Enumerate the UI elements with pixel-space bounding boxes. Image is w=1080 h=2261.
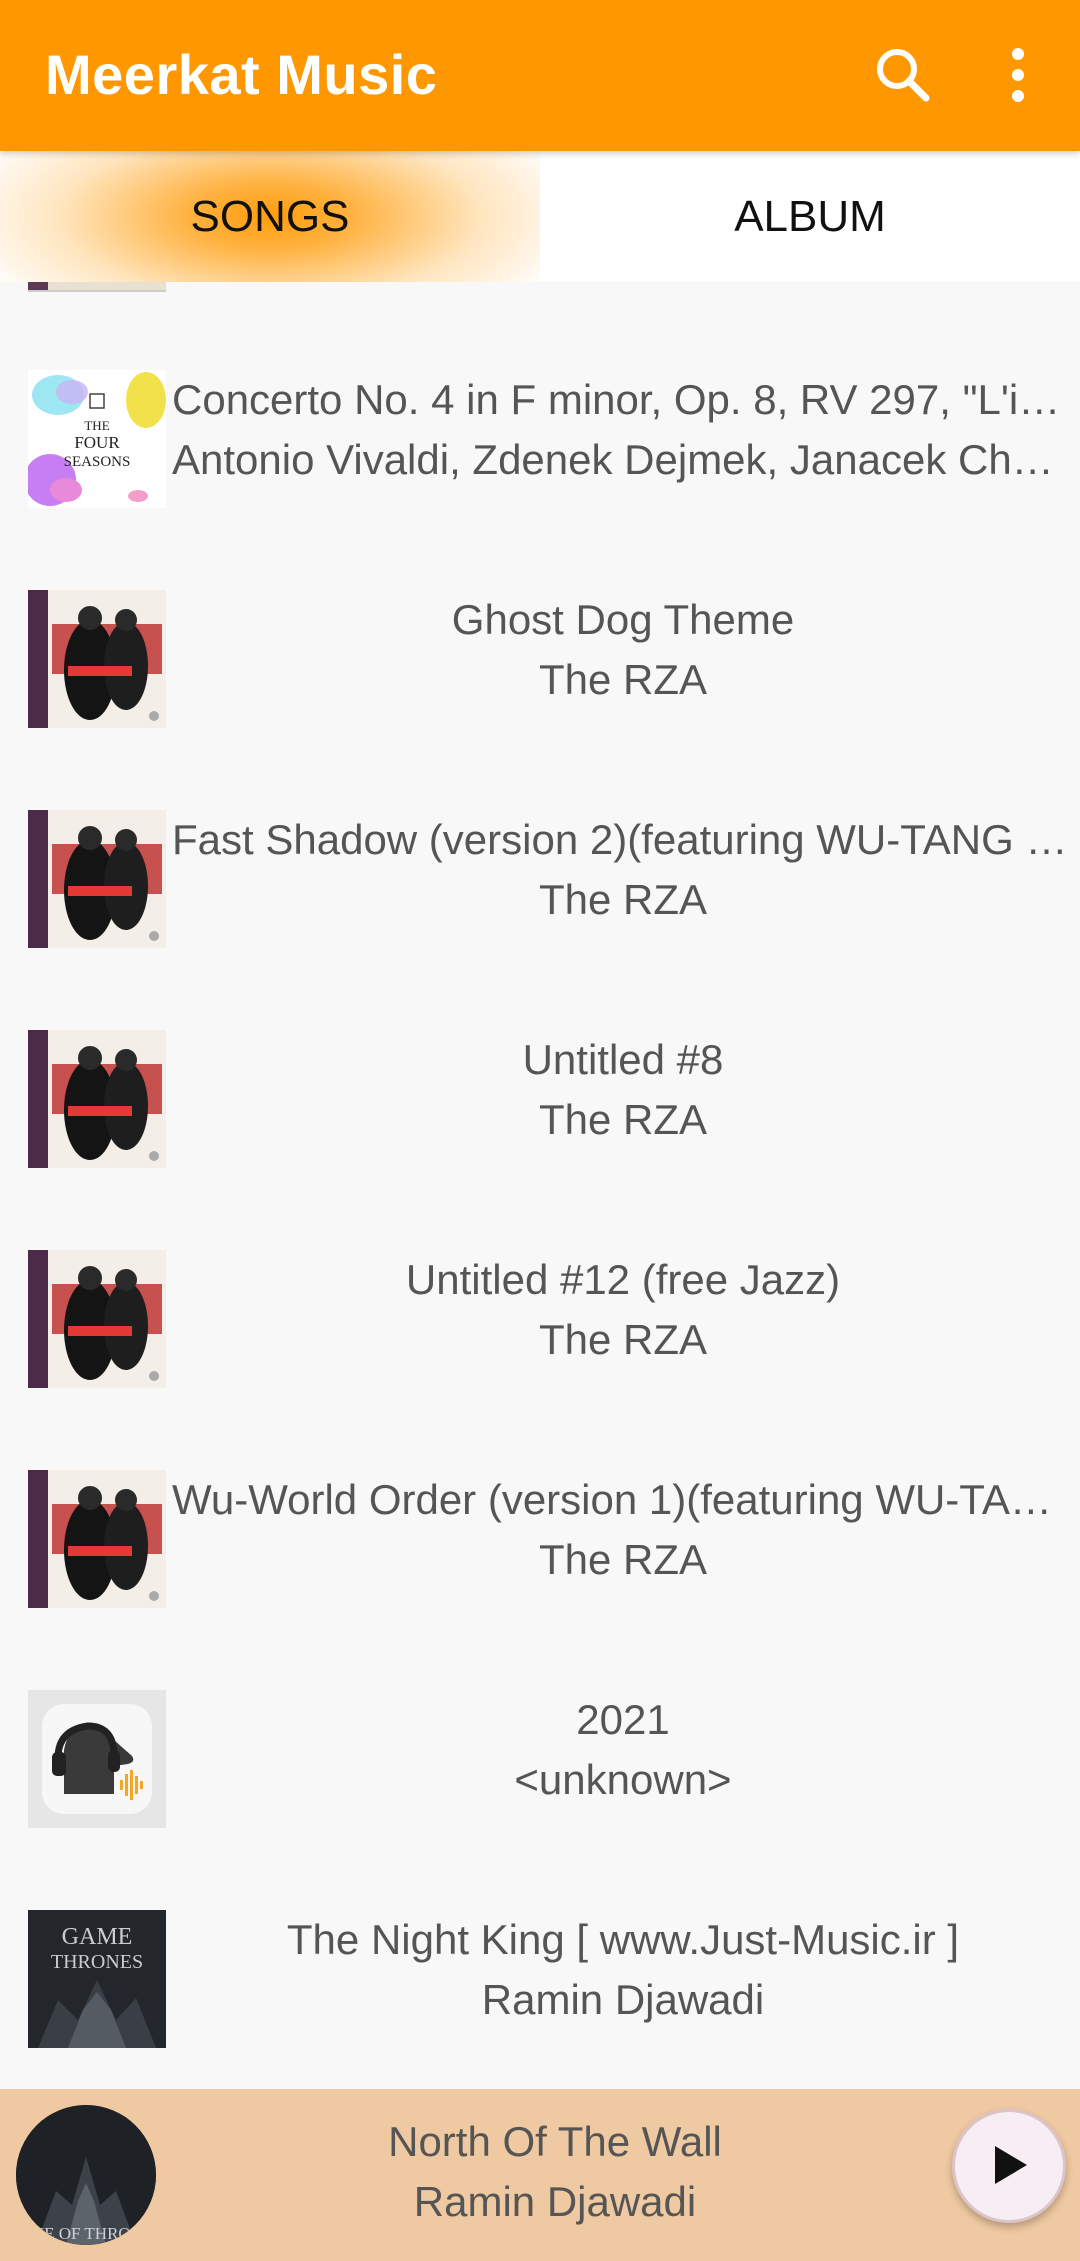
art-label: THRONES — [51, 1951, 143, 1973]
song-row[interactable]: Untitled #8 The RZA — [0, 1030, 1080, 1250]
song-title: Ghost Dog Theme — [451, 596, 795, 643]
song-texts: Untitled #8 The RZA — [166, 1030, 1080, 1150]
art-label: ME OF THRON — [29, 2224, 143, 2243]
art-label: GAME — [62, 1924, 133, 1950]
song-texts: Ghost Dog Theme The RZA — [166, 590, 1080, 710]
song-row[interactable]: Untitled #12 (free Jazz) The RZA — [0, 1250, 1080, 1470]
song-texts: The Night King [ www.Just-Music.ir ] Ram… — [166, 1910, 1080, 2030]
album-art: GAME THRONES — [28, 1910, 166, 2048]
now-playing-art: ME OF THRON — [16, 2105, 156, 2245]
song-title: Fast Shadow (version 2)(featuring WU-TAN… — [172, 816, 1080, 863]
song-title: Wu-World Order (version 1)(featuring WU-… — [172, 1476, 1080, 1523]
app-title: Meerkat Music — [45, 43, 438, 106]
album-art — [28, 282, 166, 292]
now-playing-title: North Of The Wall — [388, 2118, 722, 2165]
song-artist: Antonio Vivaldi, Zdenek Dejmek, Janacek … — [172, 436, 1080, 483]
album-art: THE FOUR SEASONS — [28, 370, 166, 508]
now-playing-bar[interactable]: ME OF THRON North Of The Wall Ramin Djaw… — [0, 2089, 1080, 2261]
song-texts: Untitled #12 (free Jazz) The RZA — [166, 1250, 1080, 1370]
song-title: The Night King [ www.Just-Music.ir ] — [286, 1916, 960, 1963]
play-button[interactable] — [952, 2109, 1066, 2223]
tab-bar: SONGS ALBUM — [0, 151, 1080, 282]
tab-album[interactable]: ALBUM — [540, 151, 1080, 282]
song-artist: The RZA — [538, 876, 708, 923]
song-list[interactable]: THE FOUR SEASONS Concerto No. 4 in F min… — [0, 282, 1080, 2089]
song-artist: The RZA — [538, 656, 708, 703]
play-icon — [995, 2146, 1027, 2184]
song-texts: 2021 <unknown> — [166, 1690, 1080, 1810]
album-art — [28, 1690, 166, 1828]
song-artist: The RZA — [538, 1316, 708, 1363]
song-row[interactable]: Ghost Dog Theme The RZA — [0, 590, 1080, 810]
album-art — [28, 1030, 166, 1168]
song-artist: The RZA — [538, 1536, 708, 1583]
search-icon[interactable] — [868, 40, 938, 110]
more-vert-icon[interactable] — [983, 40, 1053, 110]
song-row[interactable]: 2021 <unknown> — [0, 1690, 1080, 1910]
song-row[interactable]: GAME THRONES The Night King [ www.Just-M… — [0, 1910, 1080, 2089]
album-art — [28, 810, 166, 948]
song-title: 2021 — [576, 1696, 670, 1743]
now-playing-texts: North Of The Wall Ramin Djawadi — [160, 2112, 950, 2232]
art-label: FOUR — [74, 433, 120, 452]
song-texts: Concerto No. 4 in F minor, Op. 8, RV 297… — [166, 370, 1080, 490]
art-label: THE — [84, 418, 109, 433]
now-playing-artist: Ramin Djawadi — [413, 2178, 697, 2225]
album-art — [28, 590, 166, 728]
song-row[interactable]: THE FOUR SEASONS Concerto No. 4 in F min… — [0, 370, 1080, 590]
song-artist: Ramin Djawadi — [481, 1976, 765, 2023]
song-row[interactable]: Fast Shadow (version 2)(featuring WU-TAN… — [0, 810, 1080, 1030]
song-artist: The RZA — [538, 1096, 708, 1143]
album-art — [28, 1250, 166, 1388]
song-title: Concerto No. 4 in F minor, Op. 8, RV 297… — [172, 376, 1080, 423]
tab-songs[interactable]: SONGS — [0, 151, 540, 282]
art-label: SEASONS — [64, 454, 131, 470]
song-texts: Fast Shadow (version 2)(featuring WU-TAN… — [166, 810, 1080, 930]
song-row[interactable]: Wu-World Order (version 1)(featuring WU-… — [0, 1470, 1080, 1690]
app-bar: Meerkat Music — [0, 0, 1080, 151]
song-artist: <unknown> — [514, 1756, 732, 1803]
song-title: Untitled #12 (free Jazz) — [405, 1256, 841, 1303]
song-texts: Wu-World Order (version 1)(featuring WU-… — [166, 1470, 1080, 1590]
song-title: Untitled #8 — [522, 1036, 724, 1083]
album-art — [28, 1470, 166, 1608]
